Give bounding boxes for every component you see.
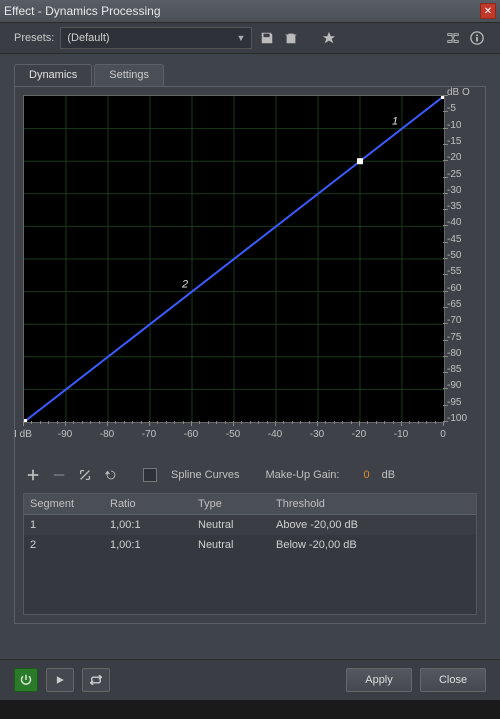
table-header: Segment Ratio Type Threshold: [24, 494, 476, 515]
channel-map-icon[interactable]: [444, 29, 462, 47]
preset-selected: (Default): [67, 32, 109, 44]
invert-icon[interactable]: [77, 467, 93, 483]
tab-strip: Dynamics Settings: [14, 64, 486, 86]
x-axis-labels: I dB-90-80-70-60-50-40-30-20-100: [23, 429, 443, 443]
window-title: Effect - Dynamics Processing: [4, 4, 480, 18]
remove-point-icon[interactable]: [51, 467, 67, 483]
spline-label: Spline Curves: [171, 469, 239, 481]
col-segment[interactable]: Segment: [24, 498, 104, 510]
x-ticks: [23, 421, 443, 427]
col-ratio[interactable]: Ratio: [104, 498, 192, 510]
footer: Apply Close: [0, 659, 500, 700]
play-button[interactable]: [46, 668, 74, 692]
graph-toolbar: Spline Curves Make-Up Gain: 0 dB: [23, 463, 477, 487]
svg-text:1: 1: [392, 116, 398, 128]
tab-settings[interactable]: Settings: [94, 64, 164, 86]
col-type[interactable]: Type: [192, 498, 270, 510]
save-preset-icon[interactable]: [258, 29, 276, 47]
dynamics-panel: 12 dB O-5-10-15-20-25-30-35-40-45-50-55-…: [14, 86, 486, 624]
tab-dynamics[interactable]: Dynamics: [14, 64, 92, 86]
reset-icon[interactable]: [103, 467, 119, 483]
col-threshold[interactable]: Threshold: [270, 498, 476, 510]
graph-area: 12 dB O-5-10-15-20-25-30-35-40-45-50-55-…: [23, 95, 479, 457]
svg-text:2: 2: [181, 279, 188, 291]
spline-checkbox[interactable]: [143, 468, 157, 482]
close-button[interactable]: Close: [420, 668, 486, 692]
chevron-down-icon: ▼: [236, 33, 245, 43]
transfer-graph[interactable]: 12: [23, 95, 445, 423]
preset-bar: Presets: (Default) ▼: [0, 23, 500, 54]
preset-select[interactable]: (Default) ▼: [60, 27, 252, 49]
table-row[interactable]: 11,00:1NeutralAbove -20,00 dB: [24, 515, 476, 535]
power-button[interactable]: [14, 668, 38, 692]
delete-preset-icon[interactable]: [282, 29, 300, 47]
close-icon[interactable]: ✕: [480, 3, 496, 19]
add-point-icon[interactable]: [25, 467, 41, 483]
favorite-icon[interactable]: [320, 29, 338, 47]
makeup-gain-value[interactable]: 0: [363, 469, 369, 481]
loop-button[interactable]: [82, 668, 110, 692]
apply-button[interactable]: Apply: [346, 668, 412, 692]
table-row[interactable]: 21,00:1NeutralBelow -20,00 dB: [24, 535, 476, 555]
segments-table: Segment Ratio Type Threshold 11,00:1Neut…: [23, 493, 477, 615]
main-body: Dynamics Settings 12 dB O-5-10-15-20-25-…: [0, 54, 500, 659]
table-body: 11,00:1NeutralAbove -20,00 dB21,00:1Neut…: [24, 515, 476, 555]
info-icon[interactable]: [468, 29, 486, 47]
makeup-gain-label: Make-Up Gain:: [265, 469, 339, 481]
makeup-gain-unit: dB: [382, 469, 395, 481]
presets-label: Presets:: [14, 32, 54, 44]
titlebar: Effect - Dynamics Processing ✕: [0, 0, 500, 23]
